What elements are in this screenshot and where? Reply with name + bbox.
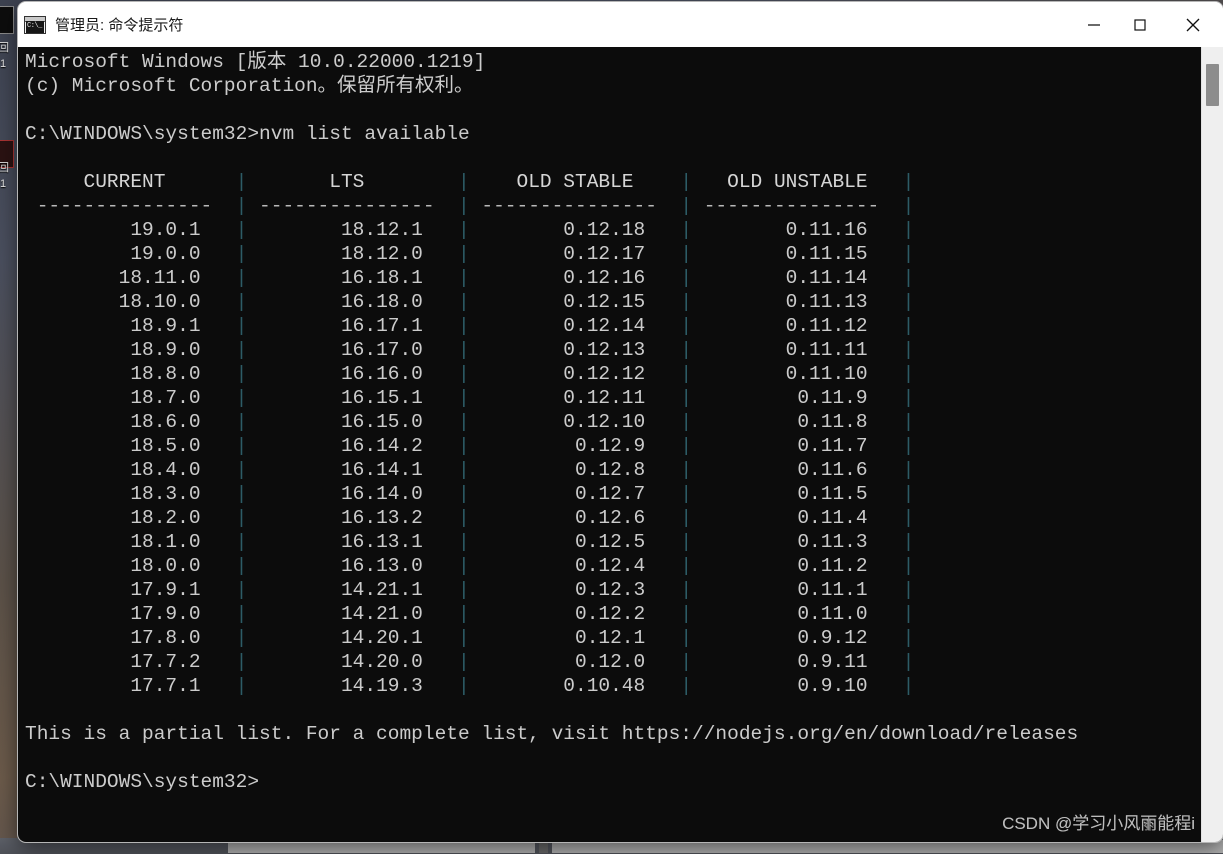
close-button[interactable]	[1163, 2, 1223, 47]
desktop-icon-count-2: 1	[0, 178, 7, 190]
console-scrollbar[interactable]	[1201, 47, 1223, 842]
console-icon	[24, 15, 46, 34]
window-controls	[1071, 2, 1223, 47]
console-body[interactable]: Microsoft Windows [版本 10.0.22000.1219] (c…	[18, 47, 1223, 842]
console-output[interactable]: Microsoft Windows [版本 10.0.22000.1219] (c…	[18, 47, 1202, 842]
desktop-icon-label-2: 回	[0, 162, 9, 174]
window-title: 管理员: 命令提示符	[55, 17, 184, 34]
minimize-button[interactable]	[1071, 2, 1117, 47]
desktop-icon-count-1: 1	[0, 58, 7, 70]
screen: 回 1 回 1 管理员: 命令提示符	[0, 0, 1223, 854]
titlebar[interactable]: 管理员: 命令提示符	[18, 2, 1223, 47]
desktop-icon-1[interactable]	[0, 6, 14, 34]
desktop-icon-label-1: 回	[0, 42, 9, 54]
maximize-button[interactable]	[1117, 2, 1163, 47]
command-prompt-window: 管理员: 命令提示符	[18, 2, 1223, 842]
scrollbar-thumb[interactable]	[1206, 64, 1219, 106]
